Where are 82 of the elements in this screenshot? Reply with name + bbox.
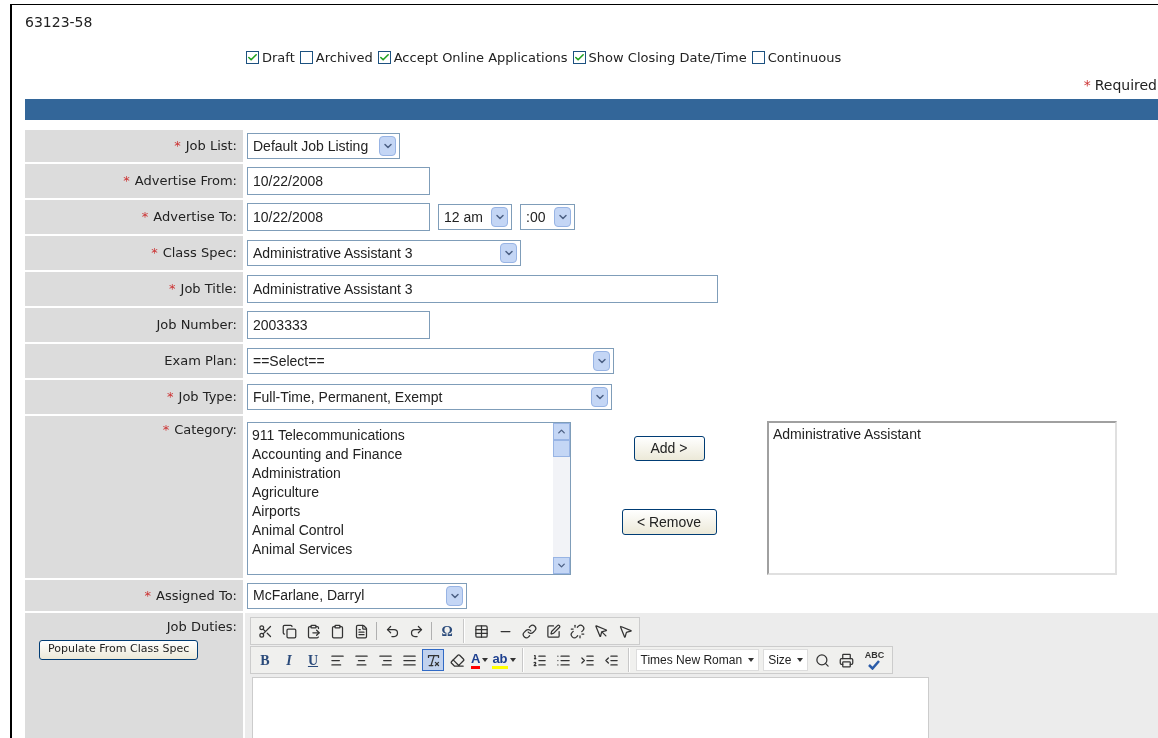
text-field[interactable]: Administrative Assistant 3: [247, 275, 718, 303]
required-note: Required: [1094, 75, 1157, 95]
checkbox[interactable]: [377, 51, 391, 65]
dropdown[interactable]: Times New Roman: [635, 649, 760, 671]
caret-icon: [509, 658, 516, 662]
chevron-down-icon: [491, 207, 508, 227]
format-button[interactable]: Ω: [436, 620, 458, 642]
required-marker: *: [123, 172, 130, 191]
caret-icon: [797, 658, 804, 662]
hour-dropdown[interactable]: 12 am: [438, 204, 512, 230]
format-button[interactable]: B: [254, 649, 276, 671]
list-option[interactable]: 911 Telecommunications: [252, 426, 553, 445]
scrollbar-thumb[interactable]: [553, 440, 570, 457]
chevron-up-icon: [556, 426, 567, 437]
selected-category-list[interactable]: Administrative Assistant: [767, 421, 1117, 575]
required-marker: *: [169, 280, 176, 299]
field-label: Job Number:: [156, 316, 237, 335]
dropdown[interactable]: ==Select==: [247, 348, 614, 374]
checkbox[interactable]: [572, 51, 586, 65]
list-option[interactable]: Administration: [252, 464, 553, 483]
category-list[interactable]: 911 Telecommunications Accounting and Finance Administration Agriculture Airports Animal Control Animal Services: [247, 422, 571, 575]
required-marker: *: [144, 586, 151, 605]
required-marker: *: [167, 388, 174, 407]
field-label: Exam Plan:: [164, 352, 237, 371]
check-icon: [868, 660, 881, 670]
add-button[interactable]: Add >: [633, 436, 705, 461]
text-field[interactable]: 2003333: [247, 311, 430, 339]
checkbox-label: Archived: [315, 49, 373, 67]
remove-format-icon[interactable]: [422, 649, 444, 671]
spellcheck-button[interactable]: ABC: [859, 648, 890, 672]
list-option[interactable]: Agriculture: [252, 483, 553, 502]
field-label: Job Duties:: [166, 618, 237, 636]
required-marker: *: [1083, 75, 1091, 95]
caret-icon: [748, 658, 755, 662]
text-field[interactable]: 10/22/2008: [247, 203, 430, 231]
field-label: Job List:: [185, 137, 237, 156]
remove-button[interactable]: < Remove: [621, 509, 717, 535]
chevron-down-icon: [591, 387, 608, 407]
list-option[interactable]: Airports: [252, 502, 553, 521]
required-marker: *: [174, 137, 181, 156]
dropdown[interactable]: McFarlane, Darryl: [247, 582, 467, 609]
checkbox[interactable]: [299, 51, 313, 65]
chevron-down-icon: [556, 560, 567, 571]
field-label: Job Type:: [178, 388, 237, 407]
format-button[interactable]: I: [278, 649, 300, 671]
required-marker: *: [141, 208, 149, 227]
dropdown[interactable]: Default Job Listing: [247, 133, 400, 159]
chevron-down-icon: [379, 136, 396, 156]
checkbox-label: Show Closing Date/Time: [588, 49, 747, 67]
checkbox[interactable]: [246, 51, 259, 65]
text-field[interactable]: 10/22/2008: [247, 167, 430, 195]
dropdown[interactable]: Size: [763, 649, 809, 671]
list-option[interactable]: Animal Services: [252, 540, 553, 559]
required-marker: *: [162, 421, 170, 439]
minute-dropdown[interactable]: :00: [520, 204, 575, 230]
list-option[interactable]: Animal Control: [252, 521, 553, 540]
chevron-down-icon: [500, 243, 517, 263]
chevron-down-icon: [554, 207, 571, 227]
required-marker: *: [151, 244, 158, 263]
color-button[interactable]: A: [470, 649, 490, 671]
dropdown[interactable]: Administrative Assistant 3: [247, 240, 521, 266]
field-label: Job Title:: [180, 280, 237, 299]
list-option[interactable]: Administrative Assistant: [773, 425, 1115, 443]
format-button[interactable]: U: [302, 649, 324, 671]
field-label: Category:: [174, 421, 237, 439]
field-label: Advertise To:: [153, 208, 237, 227]
field-label: Class Spec:: [162, 244, 237, 263]
scrollbar[interactable]: [553, 423, 570, 574]
chevron-down-icon: [593, 351, 610, 371]
checkbox-label: Draft: [262, 49, 295, 67]
chevron-down-icon: [446, 585, 463, 606]
checkbox[interactable]: [751, 51, 765, 65]
record-id: 63123-58: [25, 13, 94, 31]
checkbox-label: Continuous: [767, 49, 842, 67]
field-label: Advertise From:: [134, 172, 237, 191]
field-label: Assigned To:: [156, 586, 237, 605]
populate-button[interactable]: Populate From Class Spec: [39, 639, 199, 660]
color-button[interactable]: ab: [491, 649, 517, 671]
dropdown[interactable]: Full-Time, Permanent, Exempt: [247, 384, 612, 410]
checkbox-label: Accept Online Applications: [393, 49, 568, 67]
list-option[interactable]: Accounting and Finance: [252, 445, 553, 464]
caret-icon: [482, 658, 489, 662]
